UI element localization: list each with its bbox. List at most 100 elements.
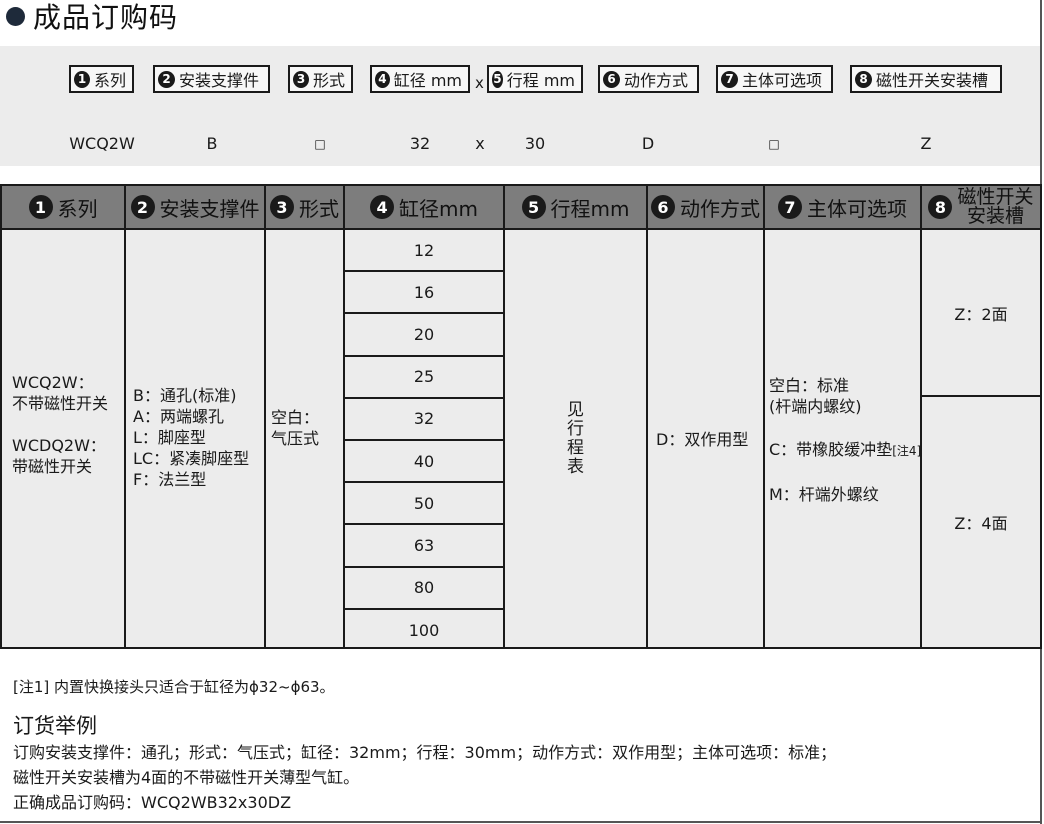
bore-cell: 20 <box>345 314 503 357</box>
code-box-label: 磁性开关安装槽 <box>876 71 989 90</box>
code-box-switch: 8 磁性开关安装槽 <box>850 65 1002 93</box>
code-separator: x <box>475 74 484 92</box>
example-switch-value: Z <box>920 134 932 153</box>
example-form-value: □ <box>314 137 326 151</box>
form-line: 气压式 <box>271 429 320 448</box>
series-text: WCQ2W： 不带磁性开关 WCDQ2W： 带磁性开关 <box>12 372 108 477</box>
number-6-icon: 6 <box>603 70 620 88</box>
bore-cell: 80 <box>345 568 503 610</box>
code-box-label: 系列 <box>93 71 126 90</box>
col-action: D：双作用型 <box>648 228 765 649</box>
header-mount: 2 安装支撑件 <box>126 184 266 228</box>
number-1-icon: 1 <box>74 70 90 88</box>
bullet-dot-icon <box>6 6 25 26</box>
series-line: 带磁性开关 <box>12 457 93 476</box>
mount-line: F：法兰型 <box>133 470 207 489</box>
header-series: 1 系列 <box>0 184 126 228</box>
series-line: WCQ2W： <box>12 373 94 392</box>
code-box-label: 行程 mm <box>506 71 575 90</box>
example-action-value: D <box>641 134 655 153</box>
example-stroke-value: 30 <box>524 134 546 153</box>
bore-cell: 40 <box>345 441 503 484</box>
mount-line: A：两端螺孔 <box>133 407 224 426</box>
frame-bottom-border <box>0 821 1042 823</box>
option-line: M：杆端外螺纹 <box>769 485 879 504</box>
example-series-value: WCQ2W <box>69 134 135 153</box>
col-bore: 12 16 20 25 32 40 50 63 80 100 <box>345 228 505 649</box>
bore-cell: 50 <box>345 483 503 526</box>
header-switch: 8 磁性开关 安装槽 <box>922 184 1042 228</box>
number-2-icon: 2 <box>158 70 175 88</box>
number-3-icon: 3 <box>293 70 309 88</box>
code-box-label: 动作方式 <box>624 71 689 90</box>
bore-cell: 63 <box>345 525 503 568</box>
header-label: 形式 <box>299 196 339 221</box>
example-separator: x <box>475 134 485 153</box>
header-label: 系列 <box>57 196 98 221</box>
header-label: 磁性开关 安装槽 <box>957 188 1033 226</box>
switch-cell-4face: Z：4面 <box>954 514 1008 533</box>
col-switch: Z：2面 Z：4面 <box>922 228 1042 649</box>
number-7-icon: 7 <box>721 70 738 88</box>
order-code-panel: 1 系列 2 安装支撑件 3 形式 4 缸径 mm x 5 行程 mm 6 动作… <box>0 46 1040 166</box>
header-form: 3 形式 <box>266 184 345 228</box>
order-example-line1: 订购安装支撑件：通孔；形式：气压式；缸径：32mm；行程：30mm；动作方式：双… <box>13 743 837 762</box>
number-5-icon: 5 <box>521 195 546 219</box>
number-4-icon: 4 <box>375 70 390 88</box>
header-label: 主体可选项 <box>807 196 907 221</box>
col-option: 空白：标准 (杆端内螺纹) C：带橡胶缓冲垫[注4] M：杆端外螺纹 <box>765 228 922 649</box>
col-form: 空白： 气压式 <box>266 228 345 649</box>
number-7-icon: 7 <box>778 195 802 219</box>
number-4-icon: 4 <box>370 195 395 219</box>
order-example-title: 订货举例 <box>13 714 97 738</box>
code-box-label: 形式 <box>312 71 345 90</box>
header-label: 安装支撑件 <box>159 196 260 221</box>
code-box-form: 3 形式 <box>288 65 353 93</box>
number-1-icon: 1 <box>28 195 53 219</box>
page-title: 成品订购码 <box>6 0 178 34</box>
mount-line: L：脚座型 <box>133 428 206 447</box>
bore-cell: 12 <box>345 230 503 273</box>
option-line: C：带橡胶缓冲垫[注4] <box>769 440 922 459</box>
bore-cell: 100 <box>408 621 440 641</box>
order-example-line3: 正确成品订购码：WCQ2WB32x30DZ <box>13 793 292 812</box>
example-mount-value: B <box>206 134 218 153</box>
code-box-label: 安装支撑件 <box>179 71 260 90</box>
header-stroke: 5 行程mm <box>505 184 648 228</box>
header-label: 缸径mm <box>399 196 478 221</box>
example-option-value: □ <box>768 137 780 151</box>
header-label-line2: 安装槽 <box>966 205 1024 227</box>
code-box-series: 1 系列 <box>69 65 134 93</box>
col-series: WCQ2W： 不带磁性开关 WCDQ2W： 带磁性开关 <box>0 228 126 649</box>
mount-line: LC：紧凑脚座型 <box>133 449 250 468</box>
example-bore-value: 32 <box>409 134 431 153</box>
code-box-option: 7 主体可选项 <box>716 65 833 93</box>
form-line: 空白： <box>271 408 320 427</box>
option-text: 空白：标准 (杆端内螺纹) C：带橡胶缓冲垫[注4] M：杆端外螺纹 <box>769 375 921 505</box>
header-option: 7 主体可选项 <box>765 184 922 228</box>
stroke-text: 见行程表 <box>567 399 584 477</box>
order-example-line2: 磁性开关安装槽为4面的不带磁性开关薄型气缸。 <box>13 768 360 787</box>
number-5-icon: 5 <box>492 70 503 88</box>
spec-table: 1 系列 2 安装支撑件 3 形式 4 缸径mm 5 行程mm 6 动作方式 7… <box>0 184 1042 649</box>
bore-cell: 25 <box>345 357 503 399</box>
series-line: WCDQ2W： <box>12 436 106 455</box>
mount-line: B：通孔(标准) <box>133 386 237 405</box>
bore-cell: 16 <box>345 272 503 315</box>
header-bore: 4 缸径mm <box>345 184 505 228</box>
number-6-icon: 6 <box>651 195 675 219</box>
footnote-1: [注1] 内置快换接头只适合于缸径为ϕ32~ϕ63。 <box>13 678 335 696</box>
series-line: 不带磁性开关 <box>12 394 109 413</box>
code-box-label: 主体可选项 <box>742 71 823 90</box>
option-line: (杆端内螺纹) <box>769 397 862 416</box>
number-8-icon: 8 <box>928 195 953 219</box>
action-text: D：双作用型 <box>656 430 749 449</box>
bore-cell: 32 <box>345 399 503 441</box>
code-box-mount: 2 安装支撑件 <box>153 65 270 93</box>
mount-text: B：通孔(标准) A：两端螺孔 L：脚座型 LC：紧凑脚座型 F：法兰型 <box>133 385 249 490</box>
header-action: 6 动作方式 <box>648 184 765 228</box>
switch-cell-2face: Z：2面 <box>922 230 1040 397</box>
page-title-text: 成品订购码 <box>33 1 179 34</box>
footnote-ref: [注4] <box>892 444 922 458</box>
col-mount: B：通孔(标准) A：两端螺孔 L：脚座型 LC：紧凑脚座型 F：法兰型 <box>126 228 266 649</box>
